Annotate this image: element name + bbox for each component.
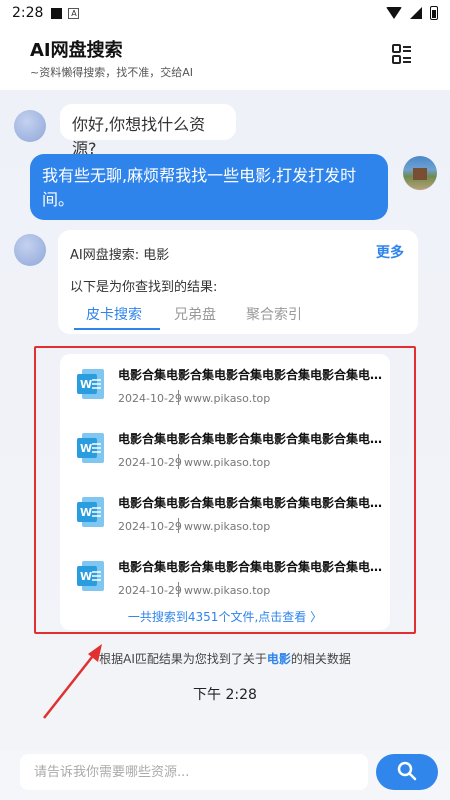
word-document-icon: W [77, 497, 104, 527]
file-date: 2024-10-29 [118, 456, 182, 469]
svg-text:W: W [80, 442, 92, 455]
more-link[interactable]: 更多 [376, 242, 404, 262]
highlight-frame: W 电影合集电影合集电影合集电影合集电影合集电影... 2024-10-29 w… [34, 346, 416, 634]
tab-pika-search[interactable]: 皮卡搜索 [86, 304, 142, 324]
annotation-arrow-icon [43, 644, 102, 719]
signal-icon [410, 7, 422, 19]
divider [178, 582, 179, 597]
bot-avatar [14, 110, 46, 142]
svg-text:W: W [80, 378, 92, 391]
tab-xiongdi-pan[interactable]: 兄弟盘 [174, 304, 216, 324]
menu-icon[interactable] [392, 44, 412, 64]
bot-avatar [14, 234, 46, 266]
status-bar: 2:28 A [0, 0, 450, 26]
app-badge-icon: A [68, 7, 80, 19]
word-document-icon: W [77, 561, 104, 591]
summary-prefix: 根据AI匹配结果为您找到了关于 [99, 652, 267, 666]
file-list-item[interactable]: W 电影合集电影合集电影合集电影合集电影合集电影... 2024-10-29 w… [60, 482, 390, 544]
app-header: AI网盘搜索 ~资料懒得搜索，找不准，交给AI [0, 26, 450, 90]
svg-text:W: W [80, 570, 92, 583]
svg-text:W: W [80, 506, 92, 519]
view-all-results-link[interactable]: 一共搜索到4351个文件,点击查看 〉 [60, 608, 390, 625]
input-bar [0, 750, 450, 800]
result-card-subtitle: 以下是为你查找到的结果: [70, 280, 218, 295]
file-date: 2024-10-29 [118, 520, 182, 533]
file-date: 2024-10-29 [118, 392, 182, 405]
file-title: 电影合集电影合集电影合集电影合集电影合集电影... [118, 560, 384, 574]
file-list-item[interactable]: W 电影合集电影合集电影合集电影合集电影合集电影... 2024-10-29 w… [60, 546, 390, 608]
file-source: www.pikaso.top [184, 392, 271, 405]
battery-icon [430, 6, 438, 20]
file-title: 电影合集电影合集电影合集电影合集电影合集电影... [118, 496, 384, 510]
search-icon [397, 761, 417, 780]
file-date: 2024-10-29 [118, 584, 182, 597]
file-list-card: W 电影合集电影合集电影合集电影合集电影合集电影... 2024-10-29 w… [60, 354, 390, 630]
user-message-text: 我有些无聊,麻烦帮我找一些电影,打发打发时间。 [42, 166, 357, 209]
summary-suffix: 的相关数据 [290, 652, 351, 666]
greeting-text: 你好,你想找什么资源? [72, 115, 206, 158]
summary-keyword: 电影 [266, 652, 291, 666]
search-input[interactable] [20, 754, 368, 790]
file-source: www.pikaso.top [184, 456, 271, 469]
word-document-icon: W [77, 433, 104, 463]
notification-icon [51, 7, 63, 19]
divider [178, 518, 179, 533]
app-title: AI网盘搜索 [30, 40, 123, 61]
search-button[interactable] [376, 754, 438, 790]
file-title: 电影合集电影合集电影合集电影合集电影合集电影... [118, 368, 384, 382]
result-card-title: AI网盘搜索: 电影 [70, 248, 170, 263]
divider [178, 454, 179, 469]
user-message-bubble: 我有些无聊,麻烦帮我找一些电影,打发打发时间。 [30, 154, 388, 220]
user-avatar [403, 156, 437, 190]
file-list-item[interactable]: W 电影合集电影合集电影合集电影合集电影合集电影... 2024-10-29 w… [60, 418, 390, 480]
wifi-icon [386, 7, 402, 19]
word-document-icon: W [77, 369, 104, 399]
tab-aggregate-index[interactable]: 聚合索引 [246, 304, 302, 324]
file-title: 电影合集电影合集电影合集电影合集电影合集电影... [118, 432, 384, 446]
file-source: www.pikaso.top [184, 520, 271, 533]
app-subtitle: ~资料懒得搜索，找不准，交给AI [30, 66, 193, 79]
file-list-item[interactable]: W 电影合集电影合集电影合集电影合集电影合集电影... 2024-10-29 w… [60, 354, 390, 416]
active-tab-indicator [74, 328, 160, 330]
bot-greeting-bubble: 你好,你想找什么资源? [60, 104, 236, 158]
status-time: 2:28 [12, 5, 44, 21]
file-source: www.pikaso.top [184, 584, 271, 597]
result-card: AI网盘搜索: 电影 更多 以下是为你查找到的结果: 皮卡搜索 兄弟盘 聚合索引 [58, 230, 418, 334]
divider [178, 390, 179, 405]
